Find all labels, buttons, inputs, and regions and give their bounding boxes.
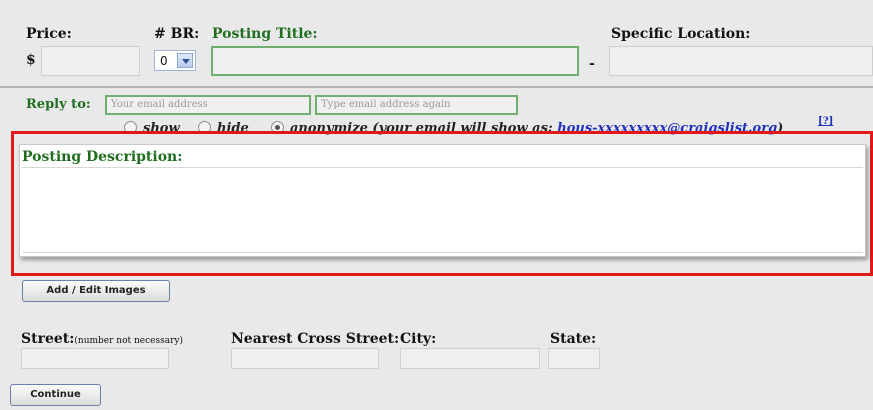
- add-edit-images-button[interactable]: Add / Edit Images: [22, 280, 170, 302]
- reply-to-label: Reply to:: [26, 97, 91, 112]
- posting-title-input[interactable]: [211, 46, 579, 76]
- bedrooms-value: 0: [160, 54, 168, 68]
- title-location-dash: -: [589, 56, 595, 72]
- specific-location-label: Specific Location:: [611, 26, 751, 42]
- cross-street-label: Nearest Cross Street:: [231, 331, 400, 347]
- bedrooms-select[interactable]: 0: [154, 50, 196, 71]
- street-label-group: Street:(number not necessary): [21, 331, 183, 347]
- chevron-down-icon: [177, 53, 193, 68]
- price-input[interactable]: [41, 46, 140, 76]
- bedrooms-label: # BR:: [154, 26, 200, 42]
- description-textarea[interactable]: [22, 167, 863, 253]
- street-label: Street:: [21, 331, 75, 347]
- city-input[interactable]: [400, 348, 540, 369]
- help-link[interactable]: [?]: [818, 116, 833, 127]
- continue-button[interactable]: Continue: [10, 384, 101, 406]
- email-confirm-placeholder: Type email address again: [321, 99, 451, 110]
- email-placeholder: Your email address: [111, 99, 208, 110]
- price-label: Price:: [26, 26, 72, 42]
- specific-location-input[interactable]: [609, 46, 873, 76]
- state-label: State:: [550, 331, 597, 347]
- posting-title-label: Posting Title:: [212, 26, 318, 42]
- street-note: (number not necessary): [74, 336, 183, 346]
- email-input[interactable]: Your email address: [105, 95, 311, 115]
- email-confirm-input[interactable]: Type email address again: [315, 95, 518, 115]
- city-label: City:: [400, 331, 437, 347]
- cross-street-input[interactable]: [231, 348, 379, 369]
- currency-symbol: $: [26, 52, 36, 68]
- description-panel: Posting Description:: [19, 144, 866, 257]
- state-input[interactable]: [548, 348, 600, 369]
- section-divider: [0, 86, 873, 88]
- street-input[interactable]: [21, 348, 169, 369]
- description-label: Posting Description:: [22, 149, 183, 165]
